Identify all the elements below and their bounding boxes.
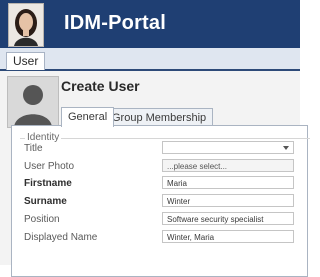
app-title: IDM-Portal <box>64 12 166 34</box>
tab-user[interactable]: User <box>6 52 46 70</box>
displayed-name-field[interactable]: Winter, Maria <box>162 230 294 243</box>
field-label-position: Position <box>24 214 60 225</box>
group-label-identity: Identity <box>25 132 62 143</box>
chevron-down-icon <box>283 146 289 150</box>
person-silhouette-icon[interactable] <box>7 76 59 128</box>
app-header: IDM-Portal <box>0 0 300 48</box>
field-label-displayed-name: Displayed Name <box>24 232 98 243</box>
surname-field[interactable]: Winter <box>162 194 294 207</box>
field-label-surname: Surname <box>24 196 67 207</box>
position-field[interactable]: Software security specialist <box>162 212 294 225</box>
tab-general[interactable]: General <box>61 107 115 127</box>
field-label-user-photo: User Photo <box>24 161 75 172</box>
content-area: Create User General Group Membership Ide… <box>0 71 310 277</box>
field-label-firstname: Firstname <box>24 178 72 189</box>
page-title: Create User <box>61 78 140 94</box>
group-divider <box>20 138 310 139</box>
user-photo-picker[interactable]: ...please select... <box>162 159 294 172</box>
field-label-title: Title <box>24 143 43 154</box>
user-profile-photo-icon[interactable] <box>8 3 44 47</box>
general-panel: Identity Title User Photo ...please sele… <box>11 125 310 277</box>
firstname-field[interactable]: Maria <box>162 176 294 189</box>
main-tab-strip: User <box>0 48 300 71</box>
title-select[interactable] <box>162 141 294 154</box>
